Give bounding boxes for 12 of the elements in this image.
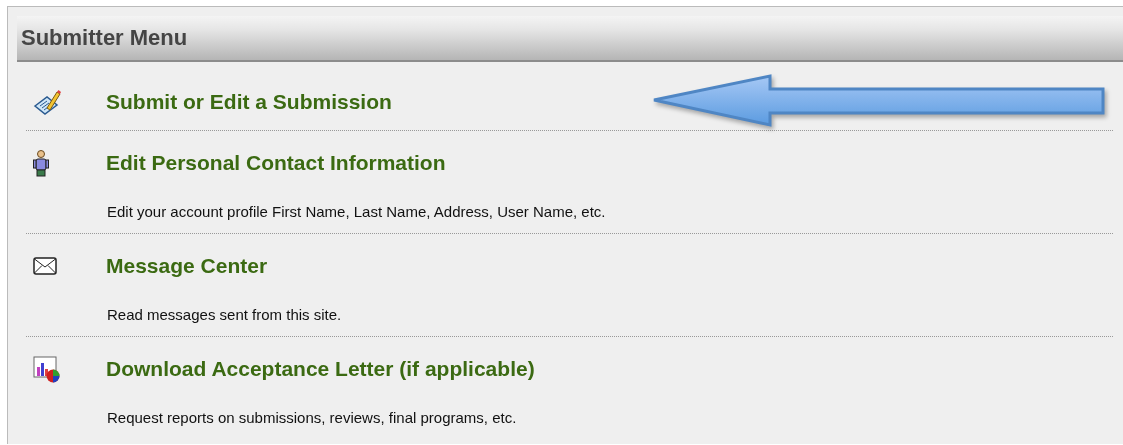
menu-link[interactable]: Edit Personal Contact Information	[106, 151, 446, 175]
menu-description: Request reports on submissions, reviews, final programs, etc.	[107, 408, 518, 428]
menu-link[interactable]: Submit or Edit a Submission	[106, 90, 392, 114]
menu-description: Edit your account profile First Name, Last Name, Address, User Name, etc.	[107, 202, 607, 222]
envelope-icon	[33, 257, 57, 275]
pencil-icon	[33, 88, 61, 116]
menu-link[interactable]: Message Center	[106, 254, 268, 278]
menu-link[interactable]: Download Acceptance Letter (if applicable)	[106, 357, 535, 381]
chart-icon	[33, 355, 61, 383]
menu-description: Read messages sent from this site.	[107, 305, 343, 325]
person-icon	[33, 149, 49, 177]
menu-header: Submitter Menu	[17, 16, 1123, 62]
